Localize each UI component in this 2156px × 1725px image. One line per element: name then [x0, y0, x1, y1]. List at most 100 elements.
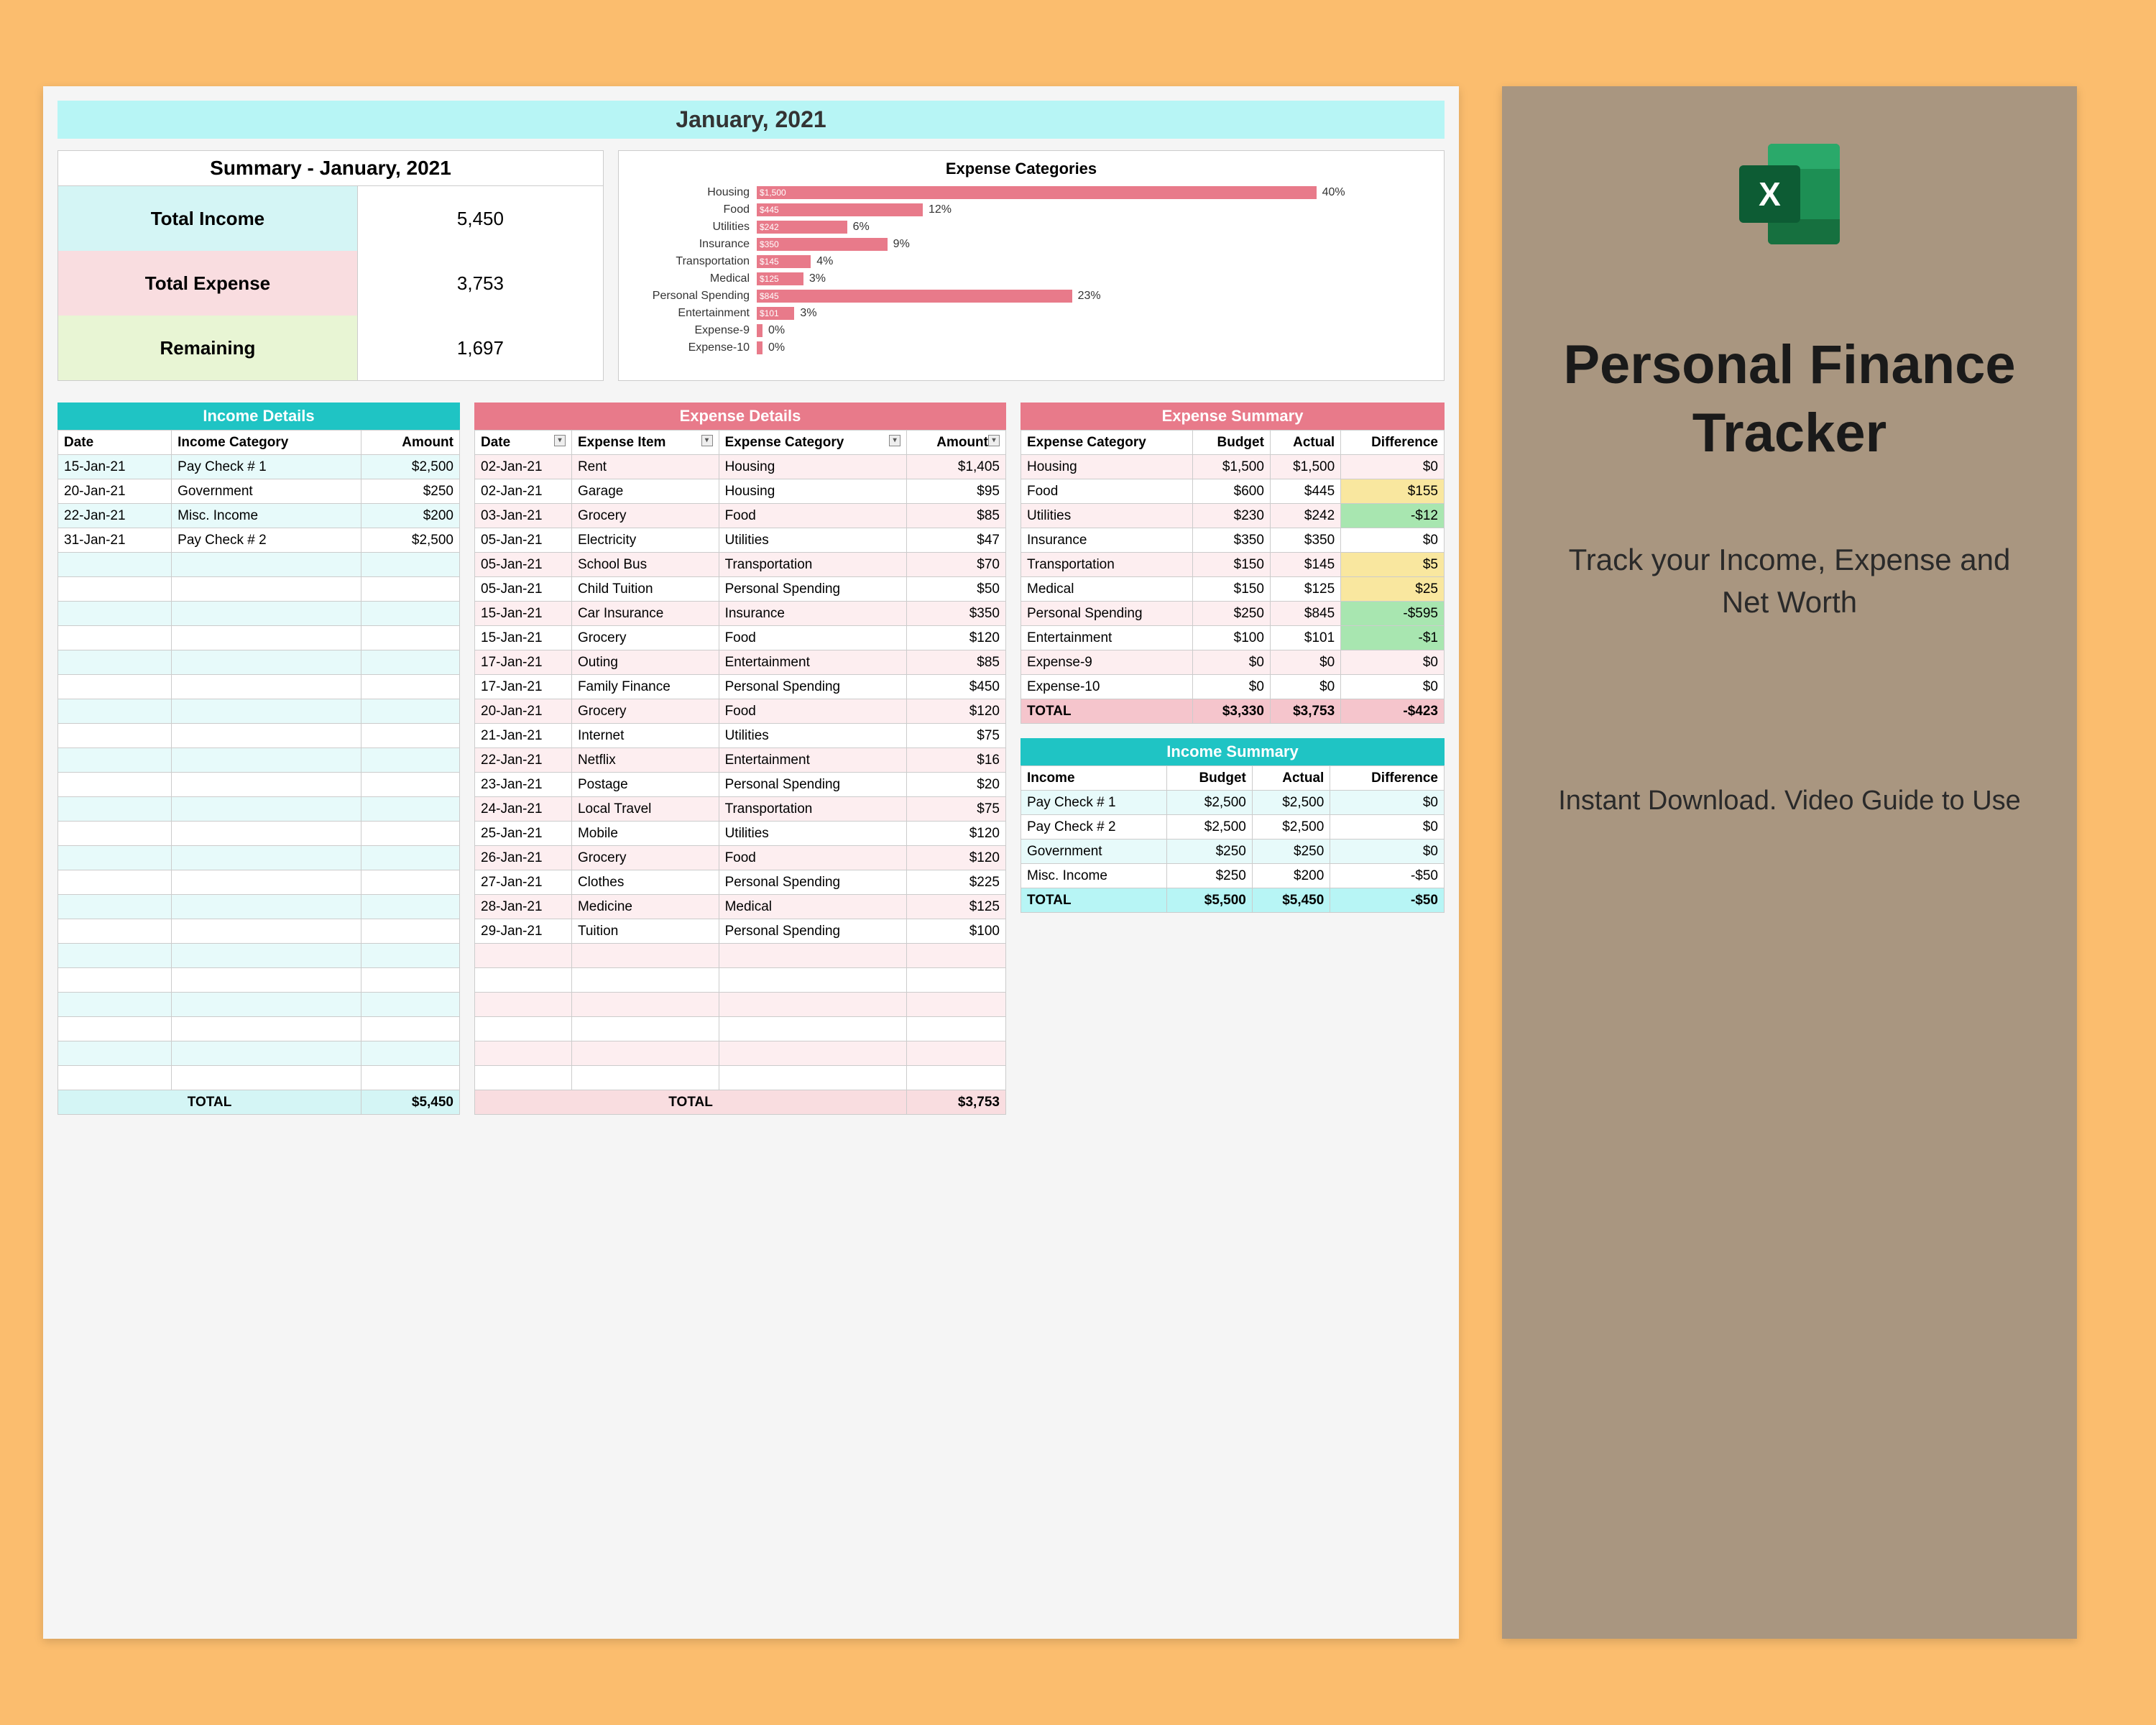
table-row[interactable] [475, 944, 1006, 968]
table-row[interactable] [58, 1066, 460, 1090]
income-details-header: Income Details [57, 402, 460, 430]
expense-chart: Expense Categories Housing$1,50040%Food$… [618, 150, 1445, 381]
table-row[interactable]: 24-Jan-21Local TravelTransportation$75 [475, 797, 1006, 822]
expense-details-table: Date▾Expense Item▾Expense Category▾Amoun… [474, 430, 1006, 1115]
table-row[interactable]: 03-Jan-21GroceryFood$85 [475, 504, 1006, 528]
table-row[interactable]: 27-Jan-21ClothesPersonal Spending$225 [475, 870, 1006, 895]
table-row[interactable]: Pay Check # 2$2,500$2,500$0 [1021, 815, 1445, 840]
table-row[interactable]: Personal Spending$250$845-$595 [1021, 602, 1445, 626]
table-row[interactable] [58, 626, 460, 650]
table-row[interactable] [58, 699, 460, 724]
table-row[interactable]: 15-Jan-21Car InsuranceInsurance$350 [475, 602, 1006, 626]
filter-icon[interactable]: ▾ [554, 435, 566, 446]
column-header[interactable]: Amount▾ [907, 431, 1006, 455]
table-row[interactable]: 02-Jan-21RentHousing$1,405 [475, 455, 1006, 479]
table-row[interactable] [58, 650, 460, 675]
table-row[interactable]: 29-Jan-21TuitionPersonal Spending$100 [475, 919, 1006, 944]
table-row[interactable] [58, 553, 460, 577]
table-row[interactable] [58, 748, 460, 773]
table-row[interactable]: 28-Jan-21MedicineMedical$125 [475, 895, 1006, 919]
table-row[interactable] [58, 1017, 460, 1041]
table-row[interactable]: 20-Jan-21GroceryFood$120 [475, 699, 1006, 724]
table-row[interactable]: 17-Jan-21Family FinancePersonal Spending… [475, 675, 1006, 699]
table-row[interactable] [58, 993, 460, 1017]
table-row[interactable] [58, 870, 460, 895]
column-header[interactable]: Income Category [172, 431, 361, 455]
table-row[interactable]: Housing$1,500$1,500$0 [1021, 455, 1445, 479]
table-row[interactable]: 23-Jan-21PostagePersonal Spending$20 [475, 773, 1006, 797]
table-row[interactable] [475, 1041, 1006, 1066]
table-row[interactable]: 31-Jan-21Pay Check # 2$2,500 [58, 528, 460, 553]
table-row[interactable] [58, 773, 460, 797]
table-row[interactable] [58, 919, 460, 944]
remaining-value: 1,697 [358, 316, 603, 380]
table-row[interactable]: Expense-10$0$0$0 [1021, 675, 1445, 699]
table-row[interactable]: Government$250$250$0 [1021, 840, 1445, 864]
column-header[interactable]: Expense Category [1021, 431, 1193, 455]
table-row[interactable] [475, 993, 1006, 1017]
table-row[interactable] [58, 846, 460, 870]
column-header[interactable]: Amount [361, 431, 460, 455]
chart-bar: $845 [757, 290, 1072, 303]
table-row[interactable]: 25-Jan-21MobileUtilities$120 [475, 822, 1006, 846]
table-row[interactable]: 02-Jan-21GarageHousing$95 [475, 479, 1006, 504]
table-row[interactable] [475, 1066, 1006, 1090]
column-header[interactable]: Difference [1341, 431, 1445, 455]
table-row[interactable]: 20-Jan-21Government$250 [58, 479, 460, 504]
column-header[interactable]: Expense Category▾ [719, 431, 907, 455]
table-row[interactable]: Expense-9$0$0$0 [1021, 650, 1445, 675]
table-row[interactable] [58, 797, 460, 822]
table-row[interactable] [58, 675, 460, 699]
table-row[interactable]: 05-Jan-21Child TuitionPersonal Spending$… [475, 577, 1006, 602]
table-row[interactable] [58, 895, 460, 919]
column-header[interactable]: Income [1021, 766, 1167, 791]
table-row[interactable] [58, 822, 460, 846]
chart-bar: $445 [757, 203, 923, 216]
table-row[interactable]: Misc. Income$250$200-$50 [1021, 864, 1445, 888]
chart-category: Personal Spending [627, 290, 757, 303]
table-row[interactable] [58, 724, 460, 748]
income-summary-table: IncomeBudgetActualDifferencePay Check # … [1021, 765, 1445, 913]
table-row[interactable] [475, 1017, 1006, 1041]
table-row[interactable] [58, 577, 460, 602]
table-row[interactable]: Entertainment$100$101-$1 [1021, 626, 1445, 650]
filter-icon[interactable]: ▾ [988, 435, 1000, 446]
chart-category: Expense-9 [627, 324, 757, 337]
column-header[interactable]: Difference [1330, 766, 1445, 791]
column-header[interactable]: Actual [1270, 431, 1340, 455]
table-row[interactable]: Utilities$230$242-$12 [1021, 504, 1445, 528]
table-row[interactable]: 15-Jan-21GroceryFood$120 [475, 626, 1006, 650]
column-header[interactable]: Expense Item▾ [571, 431, 719, 455]
table-row[interactable] [58, 1041, 460, 1066]
summary-title: Summary - January, 2021 [58, 151, 603, 186]
table-row[interactable] [475, 968, 1006, 993]
total-row: TOTAL$5,500$5,450-$50 [1021, 888, 1445, 913]
table-row[interactable]: 15-Jan-21Pay Check # 1$2,500 [58, 455, 460, 479]
column-header[interactable]: Budget [1166, 766, 1252, 791]
table-row[interactable]: 22-Jan-21Misc. Income$200 [58, 504, 460, 528]
filter-icon[interactable]: ▾ [701, 435, 713, 446]
table-row[interactable] [58, 944, 460, 968]
table-row[interactable]: Medical$150$125$25 [1021, 577, 1445, 602]
table-row[interactable]: 17-Jan-21OutingEntertainment$85 [475, 650, 1006, 675]
column-header[interactable]: Date▾ [475, 431, 572, 455]
total-expense-value: 3,753 [358, 251, 603, 316]
table-row[interactable]: Transportation$150$145$5 [1021, 553, 1445, 577]
column-header[interactable]: Actual [1252, 766, 1330, 791]
filter-icon[interactable]: ▾ [889, 435, 900, 446]
table-row[interactable]: Insurance$350$350$0 [1021, 528, 1445, 553]
table-row[interactable]: 21-Jan-21InternetUtilities$75 [475, 724, 1006, 748]
table-row[interactable] [58, 602, 460, 626]
table-row[interactable]: 05-Jan-21School BusTransportation$70 [475, 553, 1006, 577]
table-row[interactable]: 26-Jan-21GroceryFood$120 [475, 846, 1006, 870]
table-row[interactable]: Pay Check # 1$2,500$2,500$0 [1021, 791, 1445, 815]
expense-summary-table: Expense CategoryBudgetActualDifferenceHo… [1021, 430, 1445, 724]
table-row[interactable]: Food$600$445$155 [1021, 479, 1445, 504]
table-row[interactable]: 05-Jan-21ElectricityUtilities$47 [475, 528, 1006, 553]
table-row[interactable]: 22-Jan-21NetflixEntertainment$16 [475, 748, 1006, 773]
chart-category: Utilities [627, 221, 757, 234]
table-row[interactable] [58, 968, 460, 993]
column-header[interactable]: Date [58, 431, 172, 455]
column-header[interactable]: Budget [1193, 431, 1271, 455]
chart-category: Entertainment [627, 307, 757, 320]
